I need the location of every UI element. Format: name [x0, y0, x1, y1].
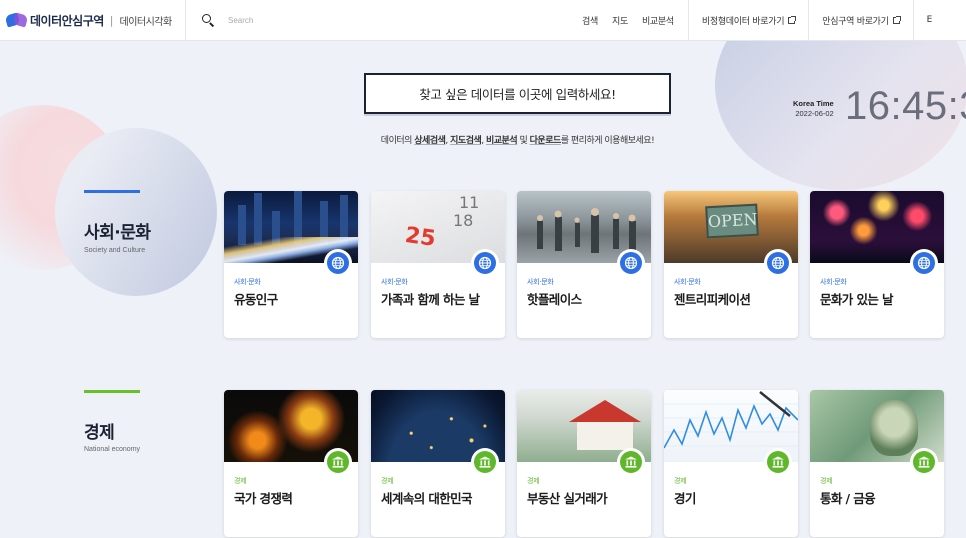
external-links: 비정형데이터 바로가기 안심구역 바로가기 E [687, 0, 933, 41]
card-category: 사회·문화 [234, 278, 261, 286]
header-search [186, 14, 566, 27]
card-badge [471, 249, 499, 277]
card-title: 젠트리피케이션 [674, 292, 751, 307]
link-safe-zone-label: 안심구역 바로가기 [822, 16, 889, 27]
card-culture-day[interactable]: 사회·문화 문화가 있는 날 [810, 191, 944, 338]
section-accent-bar [84, 390, 140, 393]
link-unstructured-label: 비정형데이터 바로가기 [701, 16, 785, 27]
hero-sub-detail-search: 상세검색 [414, 136, 446, 146]
bank-icon [479, 456, 491, 468]
card-badge [617, 448, 645, 476]
section-subtitle-society: Society and Culture [84, 247, 146, 254]
card-currency-finance[interactable]: 경제 통화 / 금융 [810, 390, 944, 537]
search-input[interactable] [228, 15, 428, 25]
section-accent-bar [84, 190, 140, 193]
card-category: 사회·문화 [820, 278, 847, 286]
hero-sub-map-search: 지도검색 [450, 136, 482, 146]
card-title: 통화 / 금융 [820, 491, 876, 506]
hero-sub-and: 및 [517, 136, 530, 146]
hero-search-box[interactable]: 찾고 싶은 데이터를 이곳에 입력하세요! [364, 73, 671, 114]
clock-timezone: Korea Time [793, 99, 834, 108]
site-logo[interactable]: 데이터안심구역 | 데이터시각화 [0, 0, 186, 41]
search-icon[interactable] [202, 14, 215, 27]
card-title: 핫플레이스 [527, 292, 582, 307]
section-subtitle-economy: National economy [84, 446, 141, 453]
link-truncated[interactable]: E [912, 0, 933, 41]
clock-date: 2022-06-02 [795, 109, 834, 118]
bank-icon [625, 456, 637, 468]
card-family-day[interactable]: 11 18 25 사회·문화 가족과 함께 하는 날 [371, 191, 505, 338]
card-badge [910, 249, 938, 277]
globe-icon [331, 256, 345, 270]
globe-icon [478, 256, 492, 270]
nav-search[interactable]: 검색 [582, 14, 598, 27]
globe-icon [917, 256, 931, 270]
card-title: 세계속의 대한민국 [381, 491, 473, 506]
globe-icon [771, 256, 785, 270]
card-category: 경제 [527, 477, 540, 485]
link-unstructured-data[interactable]: 비정형데이터 바로가기 [687, 0, 808, 41]
decor-circle-left-blue [55, 128, 217, 296]
card-badge [324, 448, 352, 476]
brand-separator: | [109, 13, 114, 27]
bank-icon [918, 456, 930, 468]
main-nav: 검색 지도 비교분석 [582, 0, 688, 41]
hero-sub-compare: 비교분석 [486, 136, 518, 146]
clock-label: Korea Time 2022-06-02 [793, 99, 834, 119]
bank-icon [772, 456, 784, 468]
nav-map[interactable]: 지도 [612, 14, 628, 27]
calendar-number: 25 [403, 222, 438, 253]
card-floating-population[interactable]: 사회·문화 유동인구 [224, 191, 358, 338]
link-truncated-label: E [926, 15, 933, 25]
hero-search-text: 찾고 싶은 데이터를 이곳에 입력하세요! [419, 87, 616, 102]
section-title-economy: 경제 [84, 423, 115, 443]
calendar-number: 18 [453, 211, 474, 230]
card-title: 문화가 있는 날 [820, 292, 894, 307]
card-badge [764, 249, 792, 277]
brand-name: 데이터안심구역 [30, 13, 104, 28]
card-category: 경제 [234, 477, 247, 485]
bank-icon [332, 456, 344, 468]
globe-icon [624, 256, 638, 270]
card-title: 가족과 함께 하는 날 [381, 292, 480, 307]
card-category: 사회·문화 [674, 278, 701, 286]
hero-subtitle: 데이터의 상세검색, 지도검색, 비교분석 및 다운로드를 편리하게 이용해보세… [364, 133, 671, 146]
card-badge [617, 249, 645, 277]
hero-sub-prefix: 데이터의 [380, 136, 415, 146]
card-category: 경제 [820, 477, 833, 485]
section-title-society: 사회·문화 [84, 223, 151, 243]
open-sign: OPEN [705, 203, 759, 239]
card-economy[interactable]: 경제 경기 [664, 390, 798, 537]
external-link-icon [892, 15, 901, 24]
card-badge [324, 249, 352, 277]
logo-mark-icon [4, 12, 29, 28]
card-badge [910, 448, 938, 476]
card-gentrification[interactable]: OPEN 사회·문화 젠트리피케이션 [664, 191, 798, 338]
card-title: 유동인구 [234, 292, 278, 307]
card-korea-in-world[interactable]: 경제 세계속의 대한민국 [371, 390, 505, 537]
clock-time: 16:45:35 [845, 84, 966, 128]
card-badge [471, 448, 499, 476]
card-title: 부동산 실거래가 [527, 491, 608, 506]
hero-sub-suffix: 를 편리하게 이용해보세요! [560, 136, 655, 146]
card-hot-place[interactable]: 사회·문화 핫플레이스 [517, 191, 651, 338]
hero-sub-download: 다운로드 [529, 136, 562, 146]
card-category: 경제 [674, 477, 687, 485]
brand-subtitle: 데이터시각화 [119, 16, 173, 28]
card-title: 경기 [674, 491, 696, 506]
external-link-icon [788, 15, 797, 24]
link-safe-zone[interactable]: 안심구역 바로가기 [808, 0, 912, 41]
calendar-number: 11 [459, 193, 480, 212]
card-real-estate[interactable]: 경제 부동산 실거래가 [517, 390, 651, 537]
nav-compare[interactable]: 비교분석 [642, 14, 674, 27]
top-header: 데이터안심구역 | 데이터시각화 검색 지도 비교분석 비정형데이터 바로가기 … [0, 0, 966, 41]
card-title: 국가 경쟁력 [234, 491, 293, 506]
card-national-competitiveness[interactable]: 경제 국가 경쟁력 [224, 390, 358, 537]
card-badge [764, 448, 792, 476]
card-category: 경제 [381, 477, 394, 485]
card-category: 사회·문화 [381, 278, 408, 286]
card-category: 사회·문화 [527, 278, 554, 286]
